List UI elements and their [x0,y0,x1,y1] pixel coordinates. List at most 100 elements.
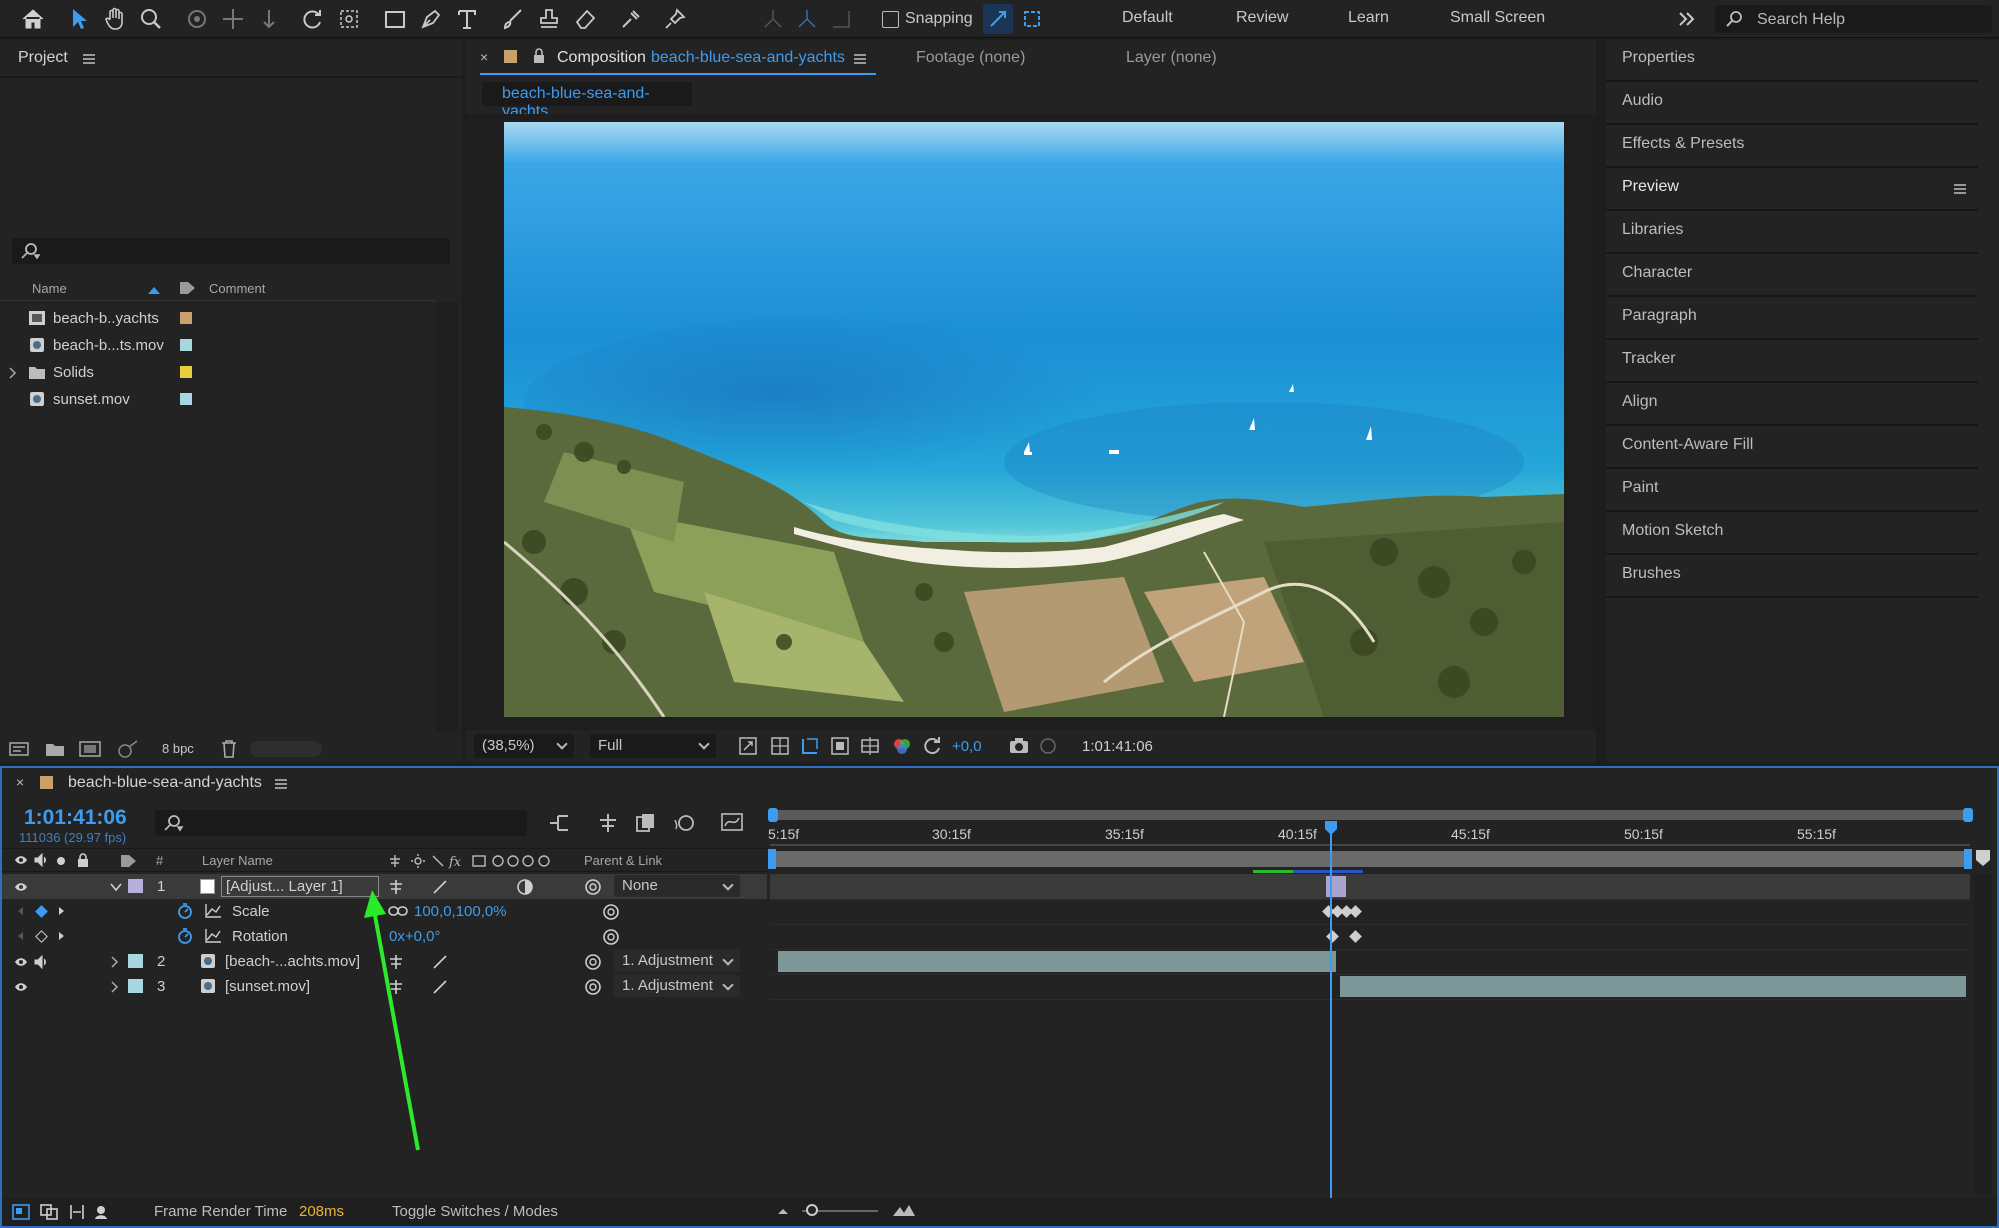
parent-dropdown[interactable]: 1. Adjustment [614,950,740,972]
type-tool-icon[interactable] [452,4,482,34]
quality-switch-icon[interactable] [432,979,448,995]
layer-tab[interactable]: Layer (none) [1126,49,1217,67]
graph-icon[interactable] [204,903,222,919]
project-search-input[interactable] [12,238,450,264]
frame-blending-icon[interactable] [634,812,658,834]
keyframe[interactable] [1349,930,1362,943]
snapping-checkbox[interactable] [882,11,899,28]
clone-stamp-tool-icon[interactable] [534,4,564,34]
add-keyframe-icon[interactable] [35,905,48,918]
anchor-point-tool-icon[interactable] [334,4,364,34]
panel-paragraph[interactable]: Paragraph [1606,298,1978,340]
composition-tab-name[interactable]: beach-blue-sea-and-yachts [651,49,845,67]
time-navigator[interactable] [770,810,1970,820]
snap-features-icon[interactable] [1017,4,1047,34]
prev-keyframe-icon[interactable] [16,931,24,941]
axis-world-icon[interactable] [792,4,822,34]
panel-tracker[interactable]: Tracker [1606,341,1978,383]
label-tag-icon[interactable] [120,853,138,869]
timeline-tab-name[interactable]: beach-blue-sea-and-yachts [68,774,262,792]
color-channels-icon[interactable] [892,736,912,756]
footage-tab[interactable]: Footage (none) [916,49,1025,67]
layer-1-bar[interactable] [1326,876,1346,897]
comp-button-icon[interactable] [1974,848,1992,868]
project-item[interactable]: beach-b..yachts [0,305,436,332]
pick-whip-icon[interactable] [602,928,620,946]
work-area-bar[interactable] [770,851,1970,867]
timeline-zoom-handle[interactable] [806,1204,818,1216]
expand-chevron-icon[interactable] [110,981,120,993]
reset-exposure-icon[interactable] [922,736,942,756]
panel-paint[interactable]: Paint [1606,470,1978,512]
thumbnail-size-slider[interactable] [250,741,322,757]
draft-3d-icon[interactable] [596,812,620,834]
eraser-tool-icon[interactable] [570,4,600,34]
composition-mini-flowchart-icon[interactable] [548,812,572,834]
pan-camera-icon[interactable] [218,4,248,34]
in-out-stretch-icon[interactable] [68,1204,86,1220]
time-ruler[interactable] [770,844,1970,846]
navigator-start-handle[interactable] [768,808,778,822]
expand-chevron-icon[interactable] [110,956,120,968]
lock-icon[interactable] [77,853,89,867]
video-frame[interactable] [504,122,1564,717]
quality-switch-icon[interactable] [432,954,448,970]
video-visibility-icon[interactable] [14,881,28,893]
render-time-icon[interactable] [94,1204,114,1220]
pick-whip-icon[interactable] [584,978,602,996]
label-color-swatch[interactable] [128,979,143,993]
graph-editor-icon[interactable] [720,810,746,834]
project-settings-icon[interactable] [116,739,140,759]
new-composition-icon[interactable] [78,740,102,758]
project-item[interactable]: sunset.mov [0,386,436,413]
rotation-tool-icon[interactable] [298,4,328,34]
snapshot-camera-icon[interactable] [1008,736,1030,756]
preview-panel-menu-icon[interactable] [1954,184,1966,194]
parent-dropdown[interactable]: None [614,875,740,897]
zoom-in-icon[interactable] [892,1203,916,1217]
prev-keyframe-icon[interactable] [16,906,24,916]
lock-icon[interactable] [532,48,546,64]
panel-properties[interactable]: Properties [1606,40,1978,82]
interpret-footage-icon[interactable] [8,740,30,758]
column-header-layer-name[interactable]: Layer Name [202,853,273,868]
workspace-overflow-icon[interactable] [1672,4,1702,34]
time-graph[interactable]: 5:15f 30:15f 35:15f 40:15f 45:15f 50:15f… [768,798,1997,1198]
layer-name[interactable]: [sunset.mov] [225,978,310,995]
timeline-menu-icon[interactable] [275,779,287,789]
zoom-tool-icon[interactable] [136,4,166,34]
axis-local-icon[interactable] [758,4,788,34]
pick-whip-icon[interactable] [584,953,602,971]
layer-switches-toggle-icon[interactable] [12,1204,30,1220]
project-item[interactable]: beach-b...ts.mov [0,332,436,359]
add-keyframe-icon[interactable] [35,930,48,943]
selection-tool-icon[interactable] [64,4,94,34]
bit-depth-label[interactable]: 8 bpc [162,741,194,756]
panel-audio[interactable]: Audio [1606,83,1978,125]
keyframe[interactable] [1349,905,1362,918]
workspace-review[interactable]: Review [1236,9,1288,27]
video-visibility-icon[interactable] [14,956,28,968]
next-keyframe-icon[interactable] [58,906,66,916]
new-folder-icon[interactable] [44,740,66,758]
rectangle-tool-icon[interactable] [380,4,410,34]
solo-icon[interactable] [57,857,65,865]
mask-visibility-icon[interactable] [800,736,820,756]
panel-character[interactable]: Character [1606,255,1978,297]
workspace-default[interactable]: Default [1122,9,1173,27]
work-area-end[interactable] [1964,849,1972,869]
show-snapshot-icon[interactable] [1038,736,1058,756]
exposure-value[interactable]: +0,0 [952,738,982,755]
label-color-swatch[interactable] [180,366,192,378]
timeline-current-time[interactable]: 1:01:41:06 [24,806,127,830]
panel-effects-presets[interactable]: Effects & Presets [1606,126,1978,168]
panel-brushes[interactable]: Brushes [1606,556,1978,598]
transparency-grid-icon[interactable] [770,736,790,756]
motion-blur-icon[interactable] [672,812,696,834]
composition-breadcrumb[interactable]: beach-blue-sea-and-yachts [482,82,692,120]
navigator-end-handle[interactable] [1963,808,1973,822]
hand-tool-icon[interactable] [100,4,130,34]
pen-tool-icon[interactable] [416,4,446,34]
magnification-dropdown[interactable]: (38,5%) [474,734,574,758]
roto-brush-tool-icon[interactable] [616,4,646,34]
